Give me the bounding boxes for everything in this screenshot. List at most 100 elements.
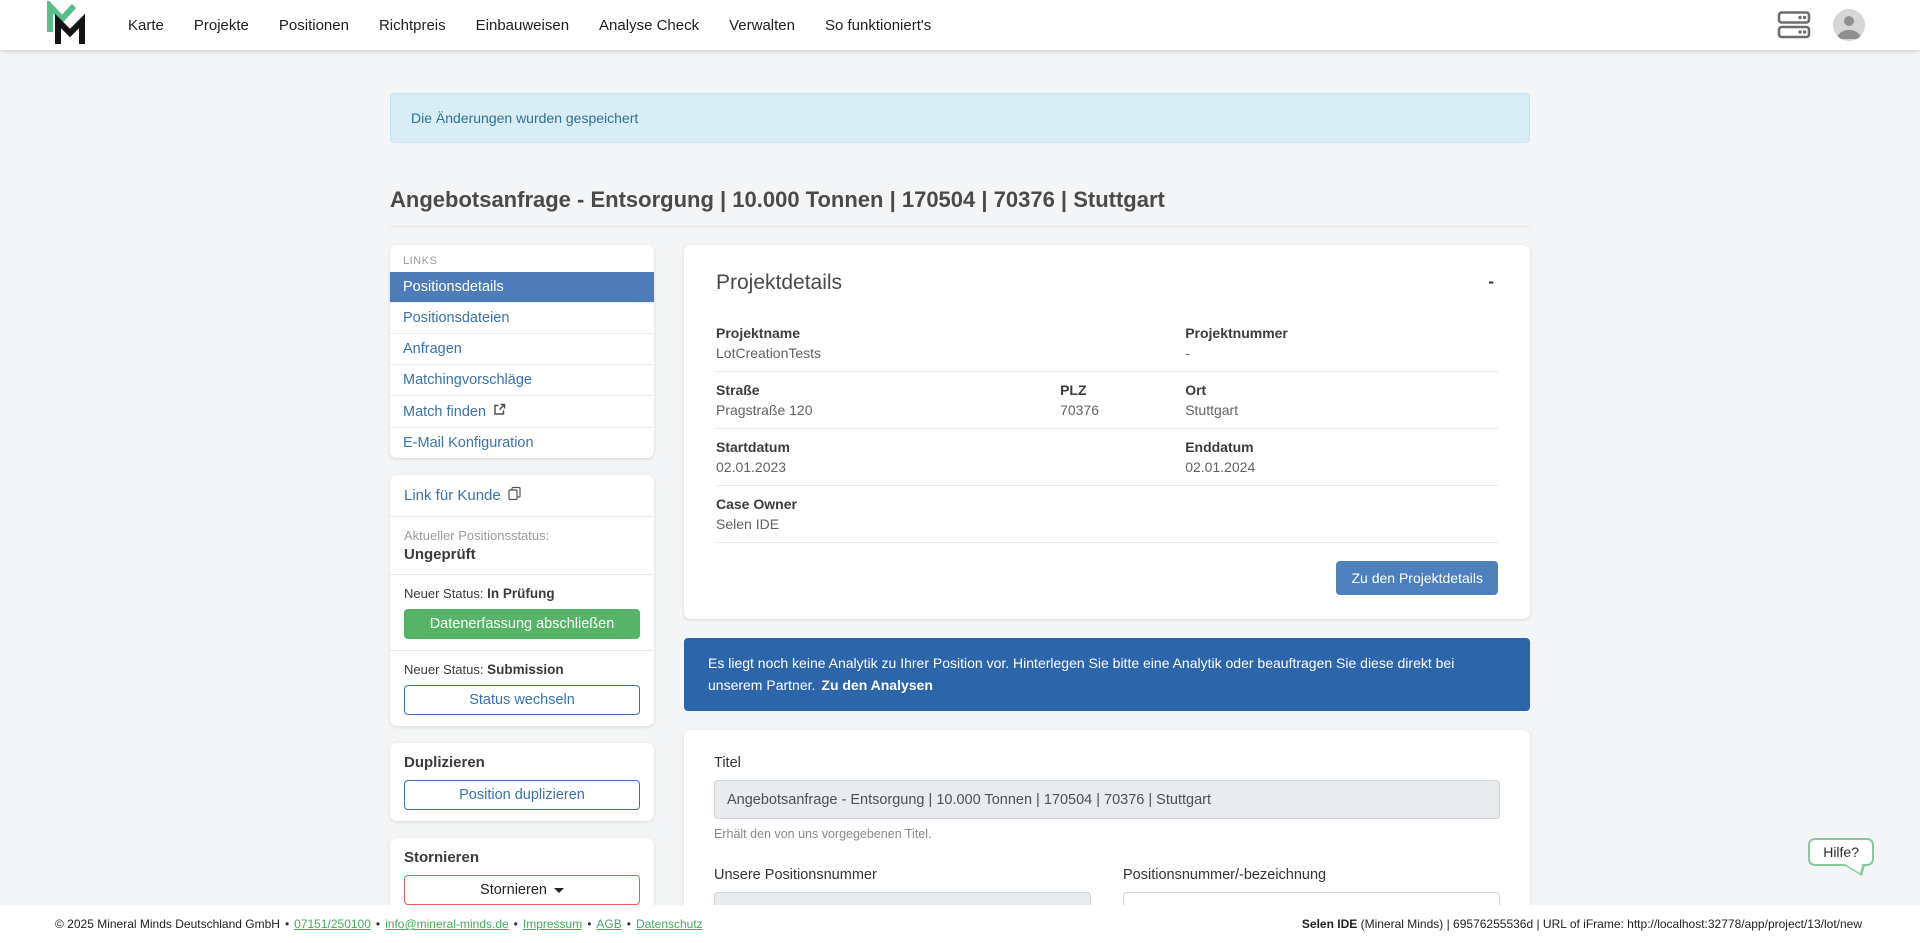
field-label: Projektnummer [1185,325,1498,341]
sidebar-item-label: Matchingvorschläge [403,372,532,388]
duplicate-position-button[interactable]: Position duplizieren [404,780,640,810]
field-value: Selen IDE [716,516,1498,532]
footer-email-link[interactable]: info@mineral-minds.de [385,917,509,931]
analytics-info-banner: Es liegt noch keine Analytik zu Ihrer Po… [684,638,1530,711]
nav-item-projekte[interactable]: Projekte [179,0,264,50]
duplicate-card: Duplizieren Position duplizieren [390,743,654,821]
main-content: Projektdetails - Projektname LotCreation… [684,245,1530,943]
new-status-value: Submission [487,662,564,677]
our-position-number-label: Unsere Positionsnummer [714,867,1091,883]
nav-item-so-funktionierts[interactable]: So funktioniert's [810,0,946,50]
project-details-card: Projektdetails - Projektname LotCreation… [684,245,1530,619]
field-value: 02.01.2024 [1185,459,1498,475]
sidebar: LINKS Positionsdetails Positionsdateien … [390,245,654,933]
new-status-prefix: Neuer Status: [404,662,484,677]
title-input [714,780,1500,819]
sidebar-item-positionsdetails[interactable]: Positionsdetails [390,272,654,302]
new-status-value: In Prüfung [487,586,555,601]
server-rack-icon[interactable] [1777,10,1811,40]
new-status-line: Neuer Status: In Prüfung [404,586,640,601]
copy-icon[interactable] [507,486,522,505]
footer-separator: • [627,917,631,931]
footer-datenschutz-link[interactable]: Datenschutz [636,917,703,931]
footer-separator: • [376,917,380,931]
sidebar-item-label: Anfragen [403,341,462,357]
sidebar-item-label: E-Mail Konfiguration [403,435,534,451]
sidebar-item-label: Positionsdateien [403,310,509,326]
customer-link-label: Link für Kunde [404,487,501,504]
session-user: Selen IDE [1302,917,1357,931]
field-value: 02.01.2023 [716,459,1185,475]
field-label: Case Owner [716,496,1498,512]
cancel-card-title: Stornieren [404,849,640,866]
project-details-title: Projektdetails [716,271,842,295]
links-card: LINKS Positionsdetails Positionsdateien … [390,245,654,458]
customer-link[interactable]: Link für Kunde [404,486,522,505]
complete-data-entry-button[interactable]: Datenerfassung abschließen [404,609,640,639]
new-status-prefix: Neuer Status: [404,586,484,601]
field-label: Startdatum [716,439,1185,455]
go-to-analyses-link[interactable]: Zu den Analysen [821,677,933,693]
external-link-icon [493,403,506,420]
status-card: Link für Kunde Aktueller Positionsstatus… [390,475,654,726]
sidebar-item-matchingvorschlaege[interactable]: Matchingvorschläge [390,364,654,395]
nav-item-einbauweisen[interactable]: Einbauweisen [461,0,584,50]
top-navbar: Karte Projekte Positionen Richtpreis Ein… [0,0,1920,50]
sidebar-item-anfragen[interactable]: Anfragen [390,333,654,364]
collapse-card-button[interactable]: - [1484,271,1498,292]
field-label: Straße [716,382,1060,398]
footer-separator: • [285,917,289,931]
brand-logo[interactable] [45,1,87,50]
title-field-helper: Erhält den von uns vorgegebenen Titel. [714,827,1500,841]
field-label: Enddatum [1185,439,1498,455]
duplicate-card-title: Duplizieren [404,754,640,771]
project-details-row: Straße Pragstraße 120 PLZ 70376 Ort Stut… [716,372,1498,429]
footer-phone-link[interactable]: 07151/250100 [294,917,371,931]
footer-separator: • [514,917,518,931]
footer-agb-link[interactable]: AGB [596,917,621,931]
sidebar-item-email-konfiguration[interactable]: E-Mail Konfiguration [390,427,654,458]
current-status-value: Ungeprüft [404,546,640,563]
footer-copyright: © 2025 Mineral Minds Deutschland GmbH [55,917,280,931]
footer-separator: • [587,917,591,931]
field-value: 70376 [1060,402,1185,418]
nav-item-karte[interactable]: Karte [113,0,179,50]
links-header: LINKS [390,245,654,272]
title-field-label: Titel [714,755,1500,771]
analytics-banner-text: Es liegt noch keine Analytik zu Ihrer Po… [708,655,1454,693]
save-success-alert: Die Änderungen wurden gespeichert [390,93,1530,143]
field-value: Pragstraße 120 [716,402,1060,418]
field-value: Stuttgart [1185,402,1498,418]
session-info: Selen IDE (Mineral Minds) | 69576255536d… [1302,917,1862,931]
mineral-minds-logo-icon [45,1,87,50]
caret-down-icon [554,888,564,893]
footer: © 2025 Mineral Minds Deutschland GmbH • … [0,905,1920,943]
page-title: Angebotsanfrage - Entsorgung | 10.000 To… [390,187,1530,227]
project-details-row: Case Owner Selen IDE [716,486,1498,543]
main-navigation: Karte Projekte Positionen Richtpreis Ein… [113,0,946,50]
help-button[interactable]: Hilfe? [1808,838,1874,866]
nav-item-positionen[interactable]: Positionen [264,0,364,50]
nav-item-richtpreis[interactable]: Richtpreis [364,0,461,50]
project-details-row: Startdatum 02.01.2023 Enddatum 02.01.202… [716,429,1498,486]
sidebar-item-label: Positionsdetails [403,279,504,295]
sidebar-item-positionsdateien[interactable]: Positionsdateien [390,302,654,333]
field-value: - [1185,345,1498,361]
project-details-row: Projektname LotCreationTests Projektnumm… [716,315,1498,372]
cancel-dropdown-button[interactable]: Stornieren [404,875,640,905]
session-details: (Mineral Minds) | 69576255536d | URL of … [1361,917,1862,931]
nav-item-verwalten[interactable]: Verwalten [714,0,810,50]
sidebar-item-match-finden[interactable]: Match finden [390,395,654,427]
sidebar-item-label: Match finden [403,404,486,420]
position-number-label: Positionsnummer/-bezeichnung [1123,867,1500,883]
go-to-project-details-button[interactable]: Zu den Projektdetails [1336,561,1498,595]
cancel-button-label: Stornieren [480,882,547,898]
field-label: PLZ [1060,382,1185,398]
field-label: Ort [1185,382,1498,398]
nav-item-analyse-check[interactable]: Analyse Check [584,0,714,50]
current-status-label: Aktueller Positionsstatus: [404,528,640,543]
field-label: Projektname [716,325,1185,341]
user-avatar-icon[interactable] [1833,9,1865,41]
footer-impressum-link[interactable]: Impressum [523,917,582,931]
switch-status-button[interactable]: Status wechseln [404,685,640,715]
